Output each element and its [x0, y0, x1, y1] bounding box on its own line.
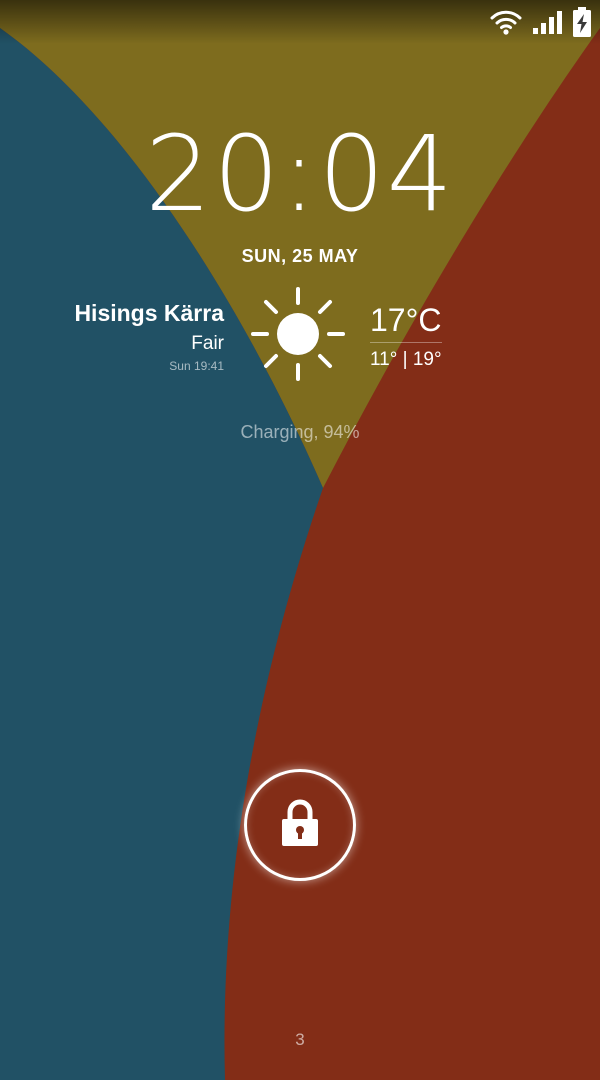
lock-icon [280, 799, 320, 852]
status-bar [0, 0, 600, 44]
weather-temperature: 17°C [370, 302, 442, 338]
clock-time: 20:04 [145, 113, 455, 235]
weather-condition: Fair [191, 333, 224, 354]
page-indicator: 3 [295, 1030, 305, 1049]
weather-temperature-range: 11° | 19° [370, 349, 442, 370]
temperature-divider [370, 342, 442, 343]
lock-screen: 20:04 SUN, 25 MAY Hisings Kärra Fair Sun… [0, 0, 600, 1080]
unlock-button[interactable] [244, 769, 356, 881]
charging-status: Charging, 94% [240, 422, 360, 442]
weather-location-block: Hisings Kärra Fair Sun 19:41 [74, 298, 224, 374]
wifi-icon [490, 9, 522, 35]
battery-charging-icon [572, 7, 592, 37]
sun-icon [250, 286, 346, 387]
weather-temperature-block: 17°C 11° | 19° [370, 300, 442, 371]
weather-updated-time: Sun 19:41 [169, 359, 224, 373]
clock-date: SUN, 25 MAY [241, 246, 359, 266]
signal-icon [532, 10, 562, 34]
weather-location: Hisings Kärra [74, 300, 224, 326]
